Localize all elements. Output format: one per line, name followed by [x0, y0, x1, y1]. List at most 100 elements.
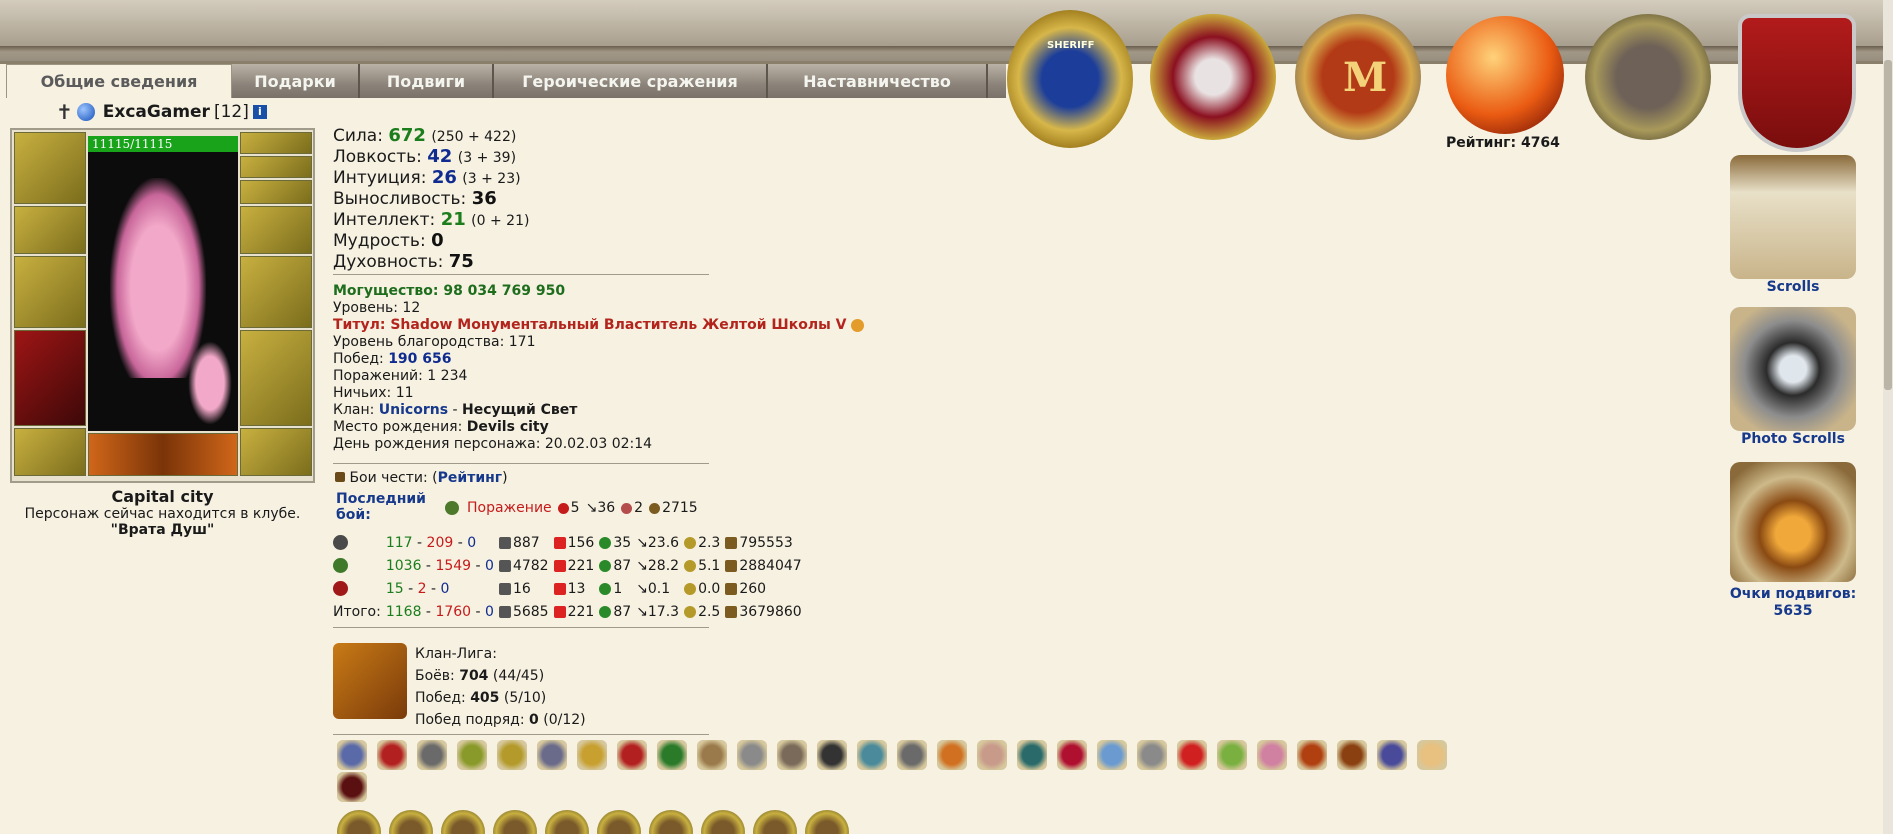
- achievement-badge-icon[interactable]: [1257, 740, 1287, 770]
- tab-heroic-battles[interactable]: Героические сражения: [494, 64, 768, 98]
- tab-gifts[interactable]: Подарки: [232, 64, 360, 98]
- fight-type-cell: [333, 554, 386, 577]
- scrollbar[interactable]: [1883, 0, 1893, 834]
- tab-general[interactable]: Общие сведения: [6, 64, 232, 98]
- helmet-medal-icon[interactable]: [1585, 14, 1711, 140]
- belt-slot-icon[interactable]: [88, 433, 238, 476]
- achievement-badge-icon[interactable]: [817, 740, 847, 770]
- amulet-slot-icon[interactable]: [240, 156, 312, 178]
- medal-badge-icon[interactable]: [493, 810, 537, 834]
- achievement-badge-icon[interactable]: [1137, 740, 1167, 770]
- achievement-badge-icon[interactable]: [737, 740, 767, 770]
- achievement-badge-icon[interactable]: [1017, 740, 1047, 770]
- birthday-line: День рождения персонажа: 20.02.03 02:14: [333, 436, 653, 452]
- sheriff-medal-icon[interactable]: SHERIFF: [1007, 10, 1133, 148]
- tab-mentoring[interactable]: Наставничество: [768, 64, 988, 98]
- bracers-slot-icon[interactable]: [240, 206, 312, 254]
- stat-label: Выносливость:: [333, 189, 472, 209]
- achievement-badge-icon[interactable]: [457, 740, 487, 770]
- medal-badge-icon[interactable]: [545, 810, 589, 834]
- medal-badge-icon[interactable]: [441, 810, 485, 834]
- achievement-badge-icon[interactable]: [497, 740, 527, 770]
- pistol-slot-icon[interactable]: [14, 428, 86, 476]
- achievement-badge-icon[interactable]: [1297, 740, 1327, 770]
- achievement-badge-icon[interactable]: [897, 740, 927, 770]
- wins-value: 190 656: [388, 351, 452, 367]
- stat-value: 26: [431, 167, 457, 188]
- achievement-badge-icon[interactable]: [377, 740, 407, 770]
- achievement-badge-icon[interactable]: [617, 740, 647, 770]
- achievement-badge-icon[interactable]: [337, 772, 367, 802]
- achievement-badge-icon[interactable]: [537, 740, 567, 770]
- skull-icon: [557, 502, 569, 514]
- medal-badge-icon[interactable]: [805, 810, 849, 834]
- weapon-right-slot-icon[interactable]: [240, 256, 312, 328]
- rings-slot-icon[interactable]: [240, 132, 312, 154]
- arrow-icon: ↘: [636, 534, 648, 551]
- earrings-slot-icon[interactable]: [240, 180, 312, 204]
- achievement-badge-icon[interactable]: [1377, 740, 1407, 770]
- stat-row: Интеллект: 21 (0 + 21): [333, 210, 529, 231]
- medal-badge-icon[interactable]: [389, 810, 433, 834]
- plus-icon: [599, 536, 612, 549]
- achievement-badge-icon[interactable]: [697, 740, 727, 770]
- helmet-slot-icon[interactable]: [14, 132, 86, 204]
- legs-slot-icon[interactable]: [240, 330, 312, 426]
- achievement-badge-icon[interactable]: [857, 740, 887, 770]
- feats-label: Очки подвигов:: [1729, 586, 1857, 602]
- m-medal-icon[interactable]: M: [1295, 14, 1421, 140]
- rating-label: Рейтинг: 4764: [1446, 135, 1560, 151]
- stat-6: 260: [725, 577, 806, 600]
- stat-a-value: 5: [570, 500, 580, 516]
- clan-label: Клан:: [333, 402, 379, 418]
- last-fight-label[interactable]: Последний бой:: [336, 491, 426, 523]
- achievement-badge-icon[interactable]: [977, 740, 1007, 770]
- stat-extra: (3 + 23): [462, 171, 521, 187]
- stat-3: 87: [599, 554, 636, 577]
- feats-link[interactable]: Очки подвигов: 5635: [1725, 462, 1861, 620]
- medal-badge-icon[interactable]: [649, 810, 693, 834]
- league-streak: Побед подряд: 0 (0/12): [415, 709, 655, 731]
- crown-medal-icon[interactable]: [1150, 14, 1276, 140]
- photo-scrolls-link[interactable]: Photo Scrolls: [1725, 307, 1861, 448]
- wins-line: Побед: 190 656: [333, 351, 864, 368]
- achievement-badge-icon[interactable]: [777, 740, 807, 770]
- medal-badge-icon[interactable]: [753, 810, 797, 834]
- flame-orb-icon[interactable]: [1446, 16, 1564, 134]
- achievement-badge-icon[interactable]: [1057, 740, 1087, 770]
- scrolls-link[interactable]: Scrolls: [1725, 155, 1861, 296]
- achievement-badge-icon[interactable]: [1417, 740, 1447, 770]
- stat-1: 5685: [498, 600, 554, 623]
- armor-slot-icon[interactable]: [14, 330, 86, 426]
- achievement-badge-icon[interactable]: [937, 740, 967, 770]
- cross-shield-icon[interactable]: [1738, 14, 1856, 152]
- achievement-badge-icon[interactable]: [657, 740, 687, 770]
- clan-link[interactable]: Unicorns: [379, 402, 448, 418]
- honor-rating-link[interactable]: Рейтинг: [438, 470, 502, 486]
- divider: [333, 463, 709, 464]
- medal-badge-icon[interactable]: [337, 810, 381, 834]
- achievement-badge-icon[interactable]: [577, 740, 607, 770]
- league-battles-extra: (44/45): [492, 668, 545, 684]
- weapon-left-slot-icon[interactable]: [14, 256, 86, 328]
- tab-bar: Общие сведения Подарки Подвиги Героическ…: [6, 64, 1006, 98]
- stat-value: 36: [471, 188, 497, 209]
- small-unicorn-image: [188, 341, 232, 425]
- stat-label: Мудрость:: [333, 231, 432, 251]
- clan-line: Клан: Unicorns - Несущий Свет: [333, 402, 864, 419]
- achievement-badge-icon[interactable]: [1217, 740, 1247, 770]
- boots-slot-icon[interactable]: [240, 428, 312, 476]
- achievement-badge-icon[interactable]: [337, 740, 367, 770]
- achievement-badge-icon[interactable]: [1097, 740, 1127, 770]
- tab-feats[interactable]: Подвиги: [360, 64, 494, 98]
- camera-icon: [1730, 307, 1856, 431]
- achievement-badge-icon[interactable]: [417, 740, 447, 770]
- scrollbar-thumb[interactable]: [1884, 60, 1892, 390]
- achievement-badge-icon[interactable]: [1177, 740, 1207, 770]
- info-icon[interactable]: i: [252, 105, 267, 119]
- achievement-badge-icon[interactable]: [1337, 740, 1367, 770]
- stat-6: 2884047: [725, 554, 806, 577]
- medal-badge-icon[interactable]: [597, 810, 641, 834]
- medal-badge-icon[interactable]: [701, 810, 745, 834]
- gloves-slot-icon[interactable]: [14, 206, 86, 254]
